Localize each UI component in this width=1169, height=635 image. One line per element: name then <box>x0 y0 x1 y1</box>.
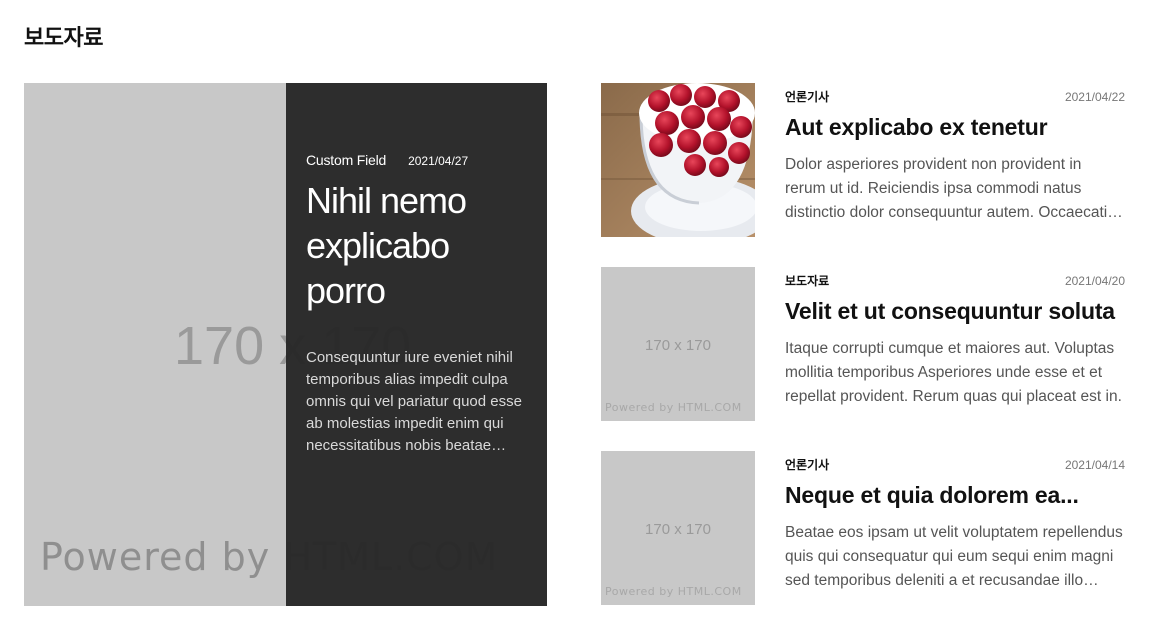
post-date: 2021/04/20 <box>1064 274 1125 288</box>
post-excerpt: Dolor asperiores provident non provident… <box>785 156 1108 221</box>
featured-article[interactable]: 170 x 170 Powered by HTML.COM Custom Fie… <box>24 83 547 606</box>
post-item[interactable]: 170 x 170 Powered by HTML.COM 보도자료 2021/… <box>601 267 1125 421</box>
post-thumbnail[interactable]: 170 x 170 Powered by HTML.COM <box>601 267 755 421</box>
thumbnail-size-label: 170 x 170 <box>645 521 711 538</box>
post-date: 2021/04/22 <box>1064 90 1125 104</box>
post-excerpt: Beatae eos ipsam ut velit voluptatem rep… <box>785 524 1123 589</box>
featured-overlay-panel: Custom Field 2021/04/27 Nihil nemo expli… <box>286 83 547 606</box>
thumbnail-powered-label: Powered by HTML.COM <box>605 401 742 414</box>
featured-category[interactable]: Custom Field <box>306 152 386 168</box>
post-thumbnail[interactable] <box>601 83 755 237</box>
post-title[interactable]: Velit et ut consequuntur soluta <box>785 298 1125 325</box>
featured-title[interactable]: Nihil nemo explicabo porro <box>306 178 531 313</box>
post-item[interactable]: 170 x 170 Powered by HTML.COM 언론기사 2021/… <box>601 451 1125 605</box>
raspberry-bowl-image <box>601 83 755 237</box>
featured-meta: Custom Field 2021/04/27 <box>306 152 468 168</box>
featured-excerpt: Consequuntur iure eveniet nihil temporib… <box>306 349 522 454</box>
post-date: 2021/04/14 <box>1064 458 1125 472</box>
post-category[interactable]: 언론기사 <box>785 88 829 105</box>
post-title[interactable]: Aut explicabo ex tenetur <box>785 114 1125 141</box>
thumbnail-powered-label: Powered by HTML.COM <box>605 585 742 598</box>
post-category[interactable]: 보도자료 <box>785 272 829 289</box>
post-excerpt: Itaque corrupti cumque et maiores aut. V… <box>785 340 1122 405</box>
featured-date: 2021/04/27 <box>408 154 469 168</box>
post-title[interactable]: Neque et quia dolorem ea... <box>785 482 1125 509</box>
post-category[interactable]: 언론기사 <box>785 456 829 473</box>
post-thumbnail[interactable]: 170 x 170 Powered by HTML.COM <box>601 451 755 605</box>
thumbnail-size-label: 170 x 170 <box>645 337 711 354</box>
page-title: 보도자료 <box>24 26 103 51</box>
post-item[interactable]: 언론기사 2021/04/22 Aut explicabo ex tenetur… <box>601 83 1125 237</box>
